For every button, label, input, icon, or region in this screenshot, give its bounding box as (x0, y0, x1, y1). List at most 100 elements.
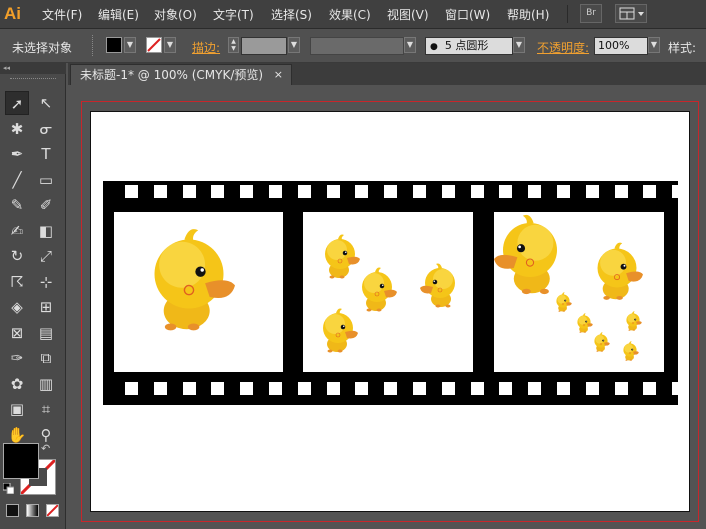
menu-edit[interactable]: 编辑(E) (98, 6, 139, 23)
film-frame-3[interactable] (494, 212, 664, 372)
selection-status: 未选择对象 (12, 41, 73, 55)
film-perforation (470, 185, 484, 198)
blob-brush-icon[interactable]: ✍ (5, 219, 29, 243)
duck-illustration (626, 311, 642, 331)
tab-close-icon[interactable]: × (274, 65, 283, 85)
stroke-label[interactable]: 描边: (192, 39, 220, 56)
magic-wand-icon[interactable]: ✱ (5, 117, 29, 141)
film-perforation (585, 185, 599, 198)
duck-illustration (323, 308, 358, 353)
symbol-sprayer-icon[interactable]: ✿ (5, 372, 29, 396)
menu-type[interactable]: 文字(T) (213, 6, 254, 23)
film-strip[interactable] (103, 181, 686, 405)
style-label: 样式: (668, 41, 697, 55)
film-perforation (326, 185, 340, 198)
gradient-mode-icon[interactable] (26, 504, 39, 517)
fill-swatch[interactable] (106, 37, 122, 53)
opacity-label[interactable]: 不透明度: (537, 39, 589, 56)
fill-dropdown[interactable]: ▼ (124, 37, 136, 53)
default-colors-icon[interactable] (2, 482, 15, 495)
artboard-icon[interactable]: ▣ (5, 397, 29, 421)
menu-help[interactable]: 帮助(H) (507, 6, 549, 23)
film-perforation (643, 382, 657, 395)
stroke-swatch[interactable] (146, 37, 162, 53)
arrange-documents-button[interactable] (615, 4, 647, 23)
film-perforation (499, 382, 513, 395)
film-perforation (557, 382, 570, 395)
duck-illustration (623, 341, 639, 361)
eyedropper-icon[interactable]: ✑ (5, 346, 29, 370)
menu-effect[interactable]: 效果(C) (329, 6, 371, 23)
warp-icon[interactable]: ☈ (5, 270, 29, 294)
direct-selection-icon[interactable]: ↖ (34, 91, 58, 115)
film-perforation (672, 382, 686, 395)
stroke-weight-field[interactable] (241, 37, 287, 55)
lasso-icon[interactable]: ᓂ (34, 117, 58, 141)
opacity-dropdown[interactable]: ▼ (648, 37, 660, 53)
bridge-button[interactable]: Br (580, 4, 602, 23)
mesh-icon[interactable]: ⊠ (5, 321, 29, 345)
zoom-icon[interactable]: ⚲ (34, 423, 58, 447)
film-perforation (326, 382, 340, 395)
film-perforation (211, 185, 225, 198)
panel-collapse-icon[interactable]: ◂◂ (0, 63, 66, 74)
pen-icon[interactable]: ✒ (5, 142, 29, 166)
column-graph-icon[interactable]: ▥ (34, 372, 58, 396)
shape-builder-icon[interactable]: ◈ (5, 295, 29, 319)
film-perforation (672, 185, 686, 198)
film-perforations-bottom (103, 372, 686, 405)
opacity-field[interactable]: 100% (594, 37, 648, 55)
gradient-icon[interactable]: ▤ (34, 321, 58, 345)
duck-illustration (577, 313, 593, 333)
line-icon[interactable]: ╱ (5, 168, 29, 192)
stroke-dropdown[interactable]: ▼ (164, 37, 176, 53)
rectangle-icon[interactable]: ▭ (34, 168, 58, 192)
color-mode-icon[interactable] (6, 504, 19, 517)
pencil-icon[interactable]: ✐ (34, 193, 58, 217)
perspective-grid-icon[interactable]: ⊞ (34, 295, 58, 319)
duck-illustration (362, 267, 397, 312)
fill-box[interactable] (3, 443, 39, 479)
scale-icon[interactable]: ⤢ (34, 244, 58, 268)
none-stroke-icon (147, 38, 161, 52)
film-frame-2[interactable] (303, 212, 473, 372)
film-perforation (125, 382, 138, 395)
film-perforation (153, 382, 167, 395)
menu-window[interactable]: 窗口(W) (445, 6, 490, 23)
film-perforation (413, 185, 426, 198)
free-transform-icon[interactable]: ⊹ (34, 270, 58, 294)
film-frame-1[interactable] (114, 212, 283, 372)
selection-icon[interactable]: ➚ (5, 91, 29, 115)
duck-illustration (594, 332, 610, 352)
film-perforation (355, 185, 369, 198)
stroke-weight-dropdown[interactable]: ▼ (288, 37, 300, 53)
menu-file[interactable]: 文件(F) (42, 6, 82, 23)
brush-dropdown[interactable]: ▼ (513, 37, 525, 53)
paintbrush-icon[interactable]: ✎ (5, 193, 29, 217)
variable-width-profile[interactable] (310, 37, 404, 55)
brush-definition[interactable]: ● 5 点圆形 (425, 37, 513, 55)
stroke-weight-stepper[interactable]: ▲ ▼ (228, 37, 239, 53)
duck-illustration (325, 234, 360, 279)
arrange-documents-icon (619, 7, 644, 20)
menu-view[interactable]: 视图(V) (387, 6, 429, 23)
menu-select[interactable]: 选择(S) (271, 6, 312, 23)
menu-object[interactable]: 对象(O) (154, 6, 197, 23)
film-perforation (355, 382, 369, 395)
type-icon[interactable]: T (34, 142, 58, 166)
slice-icon[interactable]: ⌗ (34, 397, 58, 421)
duck-illustration (597, 242, 643, 300)
document-tab[interactable]: 未标题-1* @ 100% (CMYK/预览) × (70, 64, 292, 85)
brush-label: 5 点圆形 (444, 39, 489, 52)
none-mode-icon[interactable] (46, 504, 59, 517)
blend-icon[interactable]: ⧉ (34, 346, 58, 370)
duck-illustration (556, 292, 572, 312)
rotate-icon[interactable]: ↻ (5, 244, 29, 268)
film-perforation (240, 185, 254, 198)
brush-dot-icon: ● (430, 42, 438, 52)
film-perforation (441, 185, 455, 198)
profile-dropdown[interactable]: ▼ (404, 37, 416, 53)
hand-icon[interactable]: ✋ (5, 423, 29, 447)
app-logo: Ai (4, 4, 21, 23)
eraser-icon[interactable]: ◧ (34, 219, 58, 243)
